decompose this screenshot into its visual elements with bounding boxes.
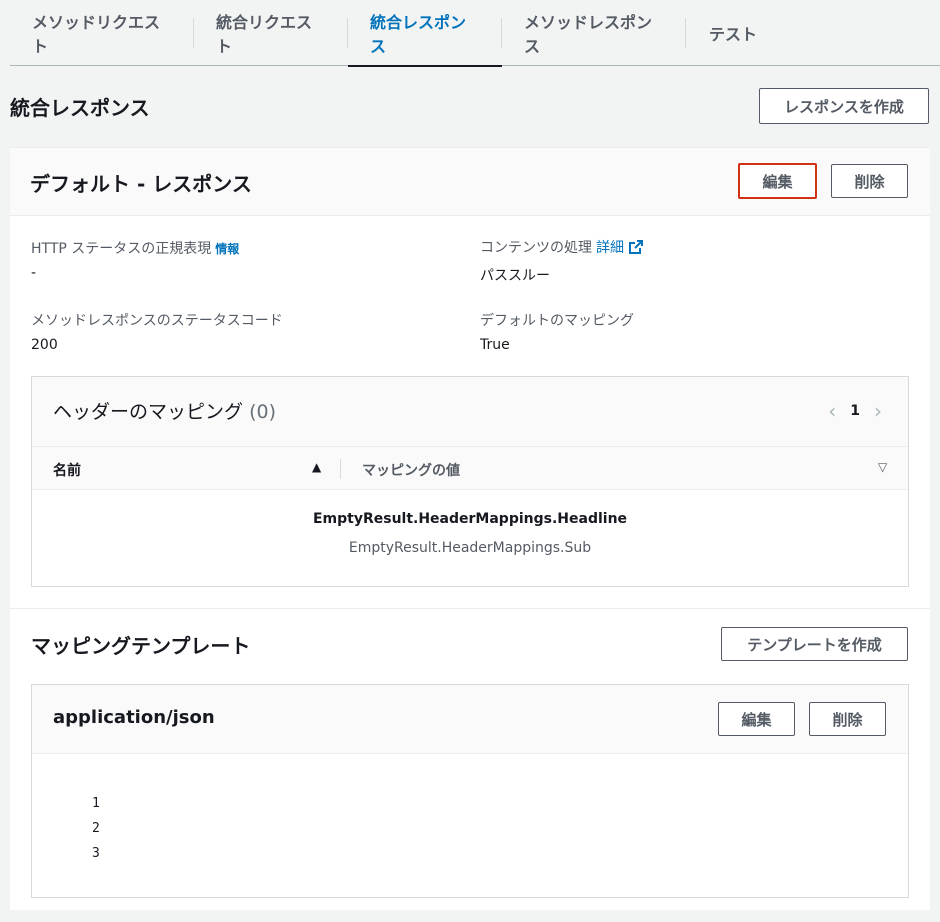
pagination: ‹ 1 ›: [828, 399, 882, 423]
edit-response-button[interactable]: 編集: [738, 163, 817, 199]
table-header-row: 名前 ▲ マッピングの値 ▽: [32, 446, 908, 490]
title-text: ヘッダーのマッピング: [53, 401, 244, 423]
create-template-button[interactable]: テンプレートを作成: [721, 627, 908, 661]
chevron-left-icon[interactable]: ‹: [828, 399, 836, 423]
response-title: デフォルト - レスポンス: [30, 172, 252, 196]
label-text: HTTP ステータスの正規表現: [31, 241, 212, 257]
info-link[interactable]: 情報: [215, 242, 239, 256]
default-mapping-label: デフォルトのマッピング: [480, 313, 634, 329]
default-response-card: デフォルト - レスポンス 編集 削除 HTTP ステータスの正規表現 情報 - …: [10, 147, 930, 910]
delete-template-button[interactable]: 削除: [809, 702, 886, 736]
page-number[interactable]: 1: [850, 403, 860, 419]
page-title: 統合レスポンス: [10, 96, 150, 120]
content-handling-label: コンテンツの処理 詳細: [480, 237, 644, 257]
template-header: application/json 編集 削除: [32, 685, 908, 754]
tab-label: メソッドレスポンス: [524, 13, 653, 56]
line-number: 1: [92, 796, 100, 811]
empty-result-sub: EmptyResult.HeaderMappings.Sub: [348, 540, 592, 556]
create-response-button[interactable]: レスポンスを作成: [759, 88, 929, 124]
method-status-code-value: 200: [31, 337, 58, 353]
tab-label: 統合リクエスト: [216, 13, 313, 56]
sort-descending-icon[interactable]: ▽: [878, 460, 887, 474]
empty-result-headline: EmptyResult.HeaderMappings.Headline: [312, 511, 628, 527]
edit-template-button[interactable]: 編集: [718, 702, 795, 736]
external-link-icon[interactable]: [628, 239, 644, 255]
details-link[interactable]: 詳細: [596, 240, 624, 256]
chevron-right-icon[interactable]: ›: [874, 399, 882, 423]
content-handling-value: パススルー: [480, 268, 550, 284]
mapping-templates-title: マッピングテンプレート: [31, 634, 251, 658]
method-status-code-label: メソッドレスポンスのステータスコード: [31, 313, 283, 329]
header-mappings-table: ヘッダーのマッピング (0) ‹ 1 › 名前 ▲ マッピングの値 ▽ Empt…: [31, 376, 909, 587]
column-mapping-value[interactable]: マッピングの値: [362, 460, 460, 480]
header-mappings-title: ヘッダーのマッピング (0): [53, 397, 276, 424]
template-content-type: application/json: [53, 707, 215, 728]
tab-integration-request[interactable]: 統合リクエスト: [194, 0, 348, 66]
tab-label: 統合レスポンス: [370, 13, 467, 56]
header-mappings-header: ヘッダーのマッピング (0) ‹ 1 ›: [32, 377, 908, 446]
response-header: デフォルト - レスポンス 編集 削除: [10, 148, 930, 216]
sort-ascending-icon[interactable]: ▲: [312, 460, 321, 474]
tab-method-response[interactable]: メソッドレスポンス: [502, 0, 686, 66]
default-mapping-value: True: [480, 337, 510, 353]
line-number: 3: [92, 846, 100, 861]
tab-label: メソッドリクエスト: [32, 13, 161, 56]
tab-method-request[interactable]: メソッドリクエスト: [10, 0, 194, 66]
divider: [10, 608, 930, 609]
label-text: コンテンツの処理: [480, 240, 592, 256]
tab-bar: メソッドリクエスト 統合リクエスト 統合レスポンス メソッドレスポンス テスト: [10, 0, 940, 67]
http-status-regex-label: HTTP ステータスの正規表現 情報: [31, 238, 239, 258]
tab-integration-response[interactable]: 統合レスポンス: [348, 0, 502, 67]
column-divider: [340, 459, 341, 479]
template-card: application/json 編集 削除 1 2 3: [31, 684, 909, 898]
delete-response-button[interactable]: 削除: [831, 164, 908, 198]
line-number: 2: [92, 821, 100, 836]
code-editor[interactable]: 1 2 3: [92, 791, 100, 866]
tab-label: テスト: [708, 25, 757, 44]
tab-test[interactable]: テスト: [686, 0, 780, 66]
column-name[interactable]: 名前: [53, 460, 81, 480]
header-mappings-count: (0): [249, 401, 276, 423]
http-status-regex-value: -: [31, 265, 37, 281]
